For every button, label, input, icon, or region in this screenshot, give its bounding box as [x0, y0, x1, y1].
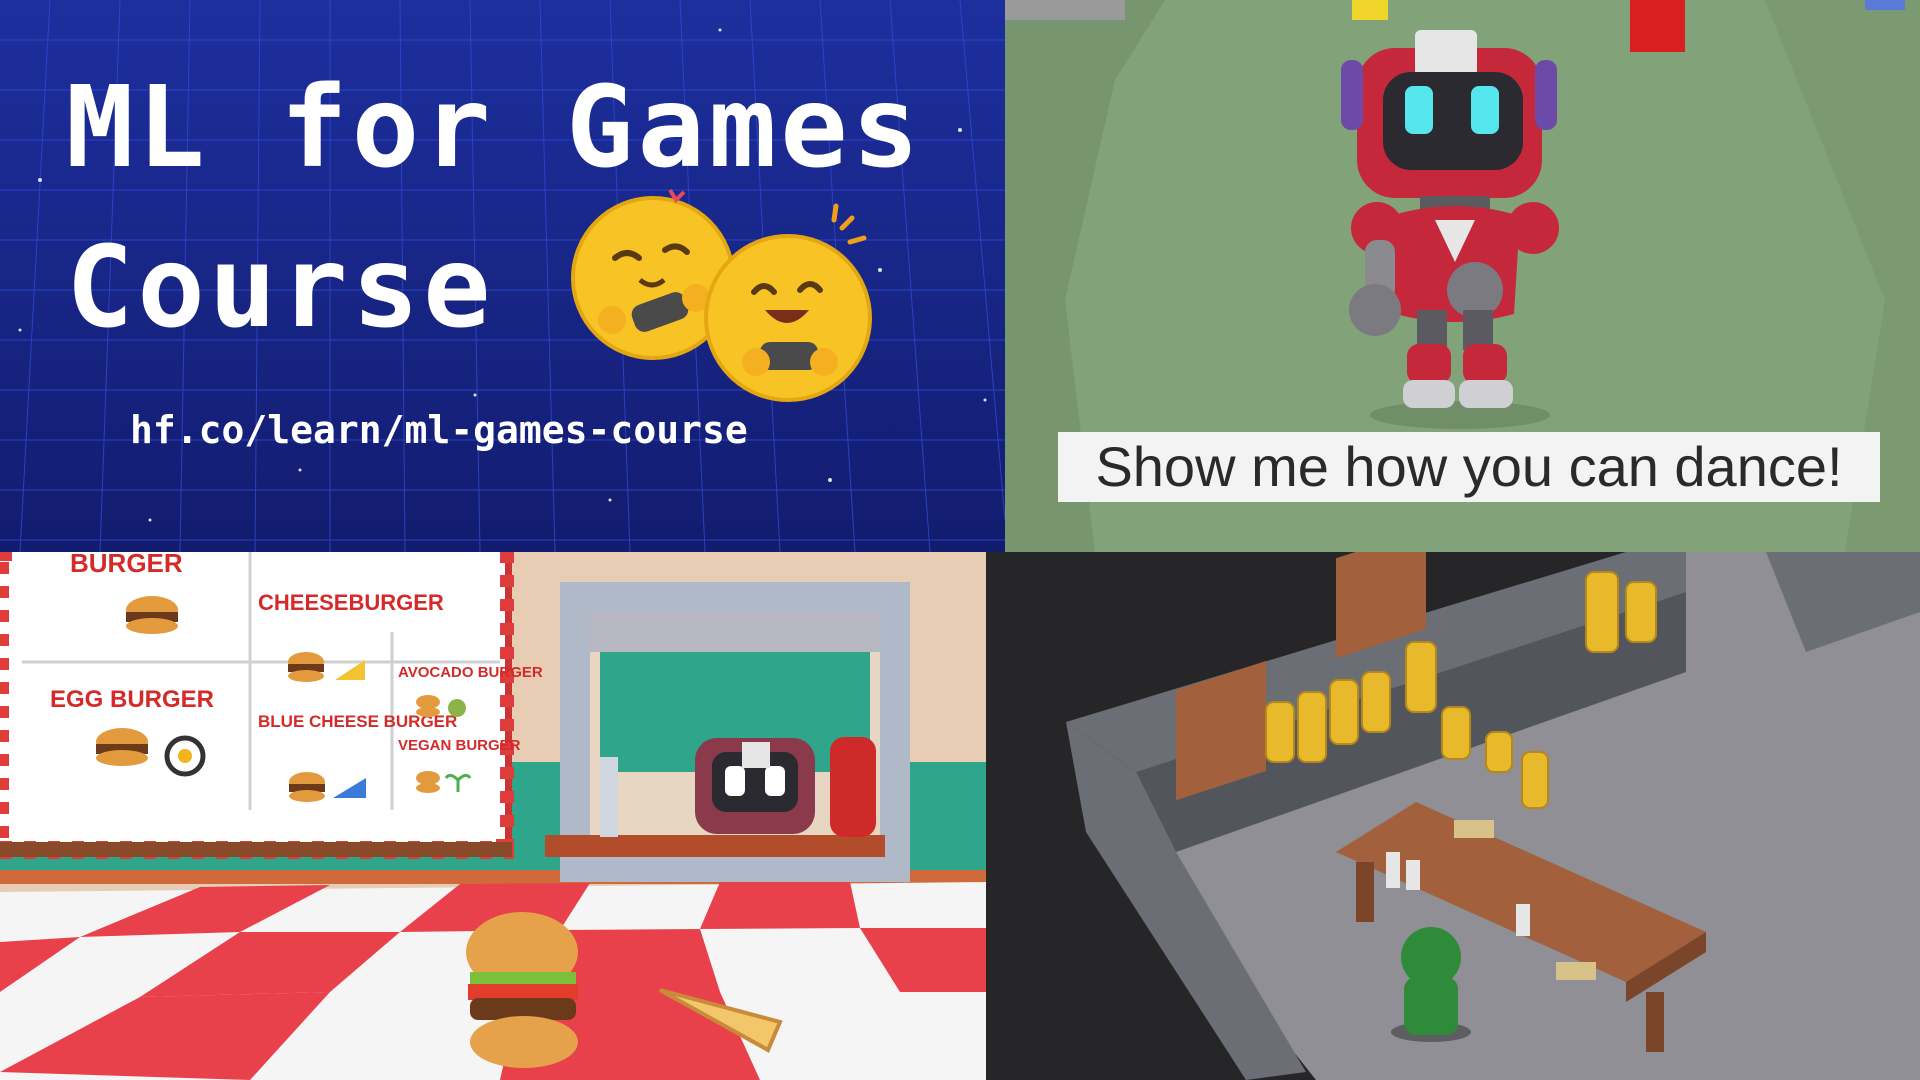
burger-icon [96, 728, 148, 766]
block-yellow [1352, 0, 1388, 20]
menu-item-cheeseburger: CHEESEBURGER [258, 590, 444, 615]
burger-restaurant-scene: BURGER CHEESEBURGER AVOCADO BURGER EGG B… [0, 552, 986, 1080]
menu-item-avocado-burger: AVOCADO BURGER [398, 664, 543, 681]
ketchup-bottle [830, 737, 876, 837]
burger-icon [416, 771, 440, 793]
burger-icon [288, 652, 324, 682]
course-banner: ML for Games Course hf.co/learn/ml-games… [0, 0, 1005, 552]
dungeon-scene [986, 552, 1920, 1080]
gaming-emoji-group [571, 188, 872, 402]
menu-item-burger: BURGER [70, 552, 183, 578]
burger-scene: BURGER CHEESEBURGER AVOCADO BURGER EGG B… [0, 552, 986, 1080]
cook-robot [695, 738, 815, 834]
burger-icon [289, 772, 325, 802]
course-title-line2: Course [66, 223, 495, 353]
burger-icon [126, 596, 178, 634]
menu-item-vegan-burger: VEGAN BURGER [398, 737, 521, 754]
emoji-face-happy-game-icon [704, 203, 872, 402]
course-url[interactable]: hf.co/learn/ml-games-course [130, 408, 748, 452]
burger-icon [416, 695, 440, 717]
robot-left-eye [1405, 86, 1433, 134]
block-red [1630, 0, 1685, 52]
menu-item-egg-burger: EGG BURGER [50, 686, 214, 713]
avocado-icon [448, 699, 466, 717]
burger-on-table [466, 912, 578, 1068]
block-grey [1005, 0, 1125, 20]
course-title-line1: ML for Games [66, 63, 924, 193]
dungeon-background [986, 552, 1920, 1080]
robot-right-eye [1471, 86, 1499, 134]
dialogue-subtitle: Show me how you can dance! [1058, 432, 1880, 502]
